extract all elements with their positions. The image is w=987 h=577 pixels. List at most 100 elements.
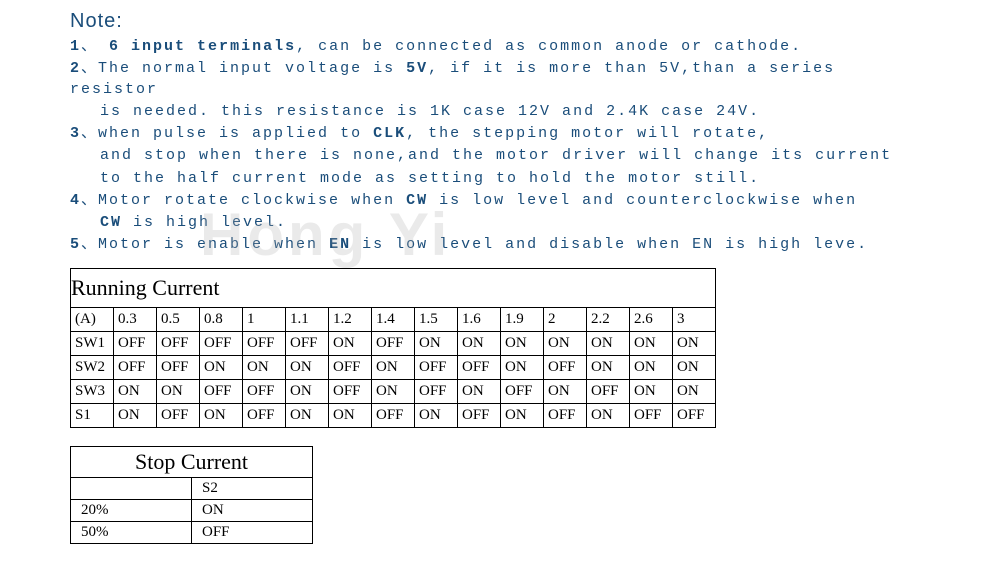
running-title: Running Current bbox=[71, 268, 716, 307]
cell: ON bbox=[673, 355, 716, 379]
cell: OFF bbox=[630, 403, 673, 427]
note-sep: 、 bbox=[81, 125, 98, 142]
cell: OFF bbox=[501, 379, 544, 403]
note-bold: 6 input terminals bbox=[109, 38, 296, 55]
note-text: The normal input voltage is bbox=[98, 60, 406, 77]
cell: OFF bbox=[243, 331, 286, 355]
cell: ON bbox=[587, 403, 630, 427]
cell: OFF bbox=[157, 355, 200, 379]
table-row: SW1 OFF OFF OFF OFF OFF ON OFF ON ON ON … bbox=[71, 331, 716, 355]
cell: ON bbox=[114, 379, 157, 403]
cell: OFF bbox=[200, 379, 243, 403]
table-header-row: S2 bbox=[71, 477, 313, 499]
note-num: 2 bbox=[70, 60, 81, 77]
cell: OFF bbox=[372, 403, 415, 427]
running-current-table: Running Current (A) 0.3 0.5 0.8 1 1.1 1.… bbox=[70, 268, 716, 428]
cell: ON bbox=[192, 499, 313, 521]
tables-area: Running Current (A) 0.3 0.5 0.8 1 1.1 1.… bbox=[0, 268, 987, 544]
note-num: 5 bbox=[70, 236, 81, 253]
note-text: , the stepping motor will rotate, bbox=[406, 125, 769, 142]
cell: ON bbox=[114, 403, 157, 427]
cell: ON bbox=[587, 355, 630, 379]
cell: OFF bbox=[544, 403, 587, 427]
note-item-4: 4、Motor rotate clockwise when CW is low … bbox=[70, 191, 917, 211]
note-item-5: 5、Motor is enable when EN is low level a… bbox=[70, 235, 917, 255]
cell: ON bbox=[544, 379, 587, 403]
note-sep: 、 bbox=[81, 60, 98, 77]
col-header: 1.9 bbox=[501, 307, 544, 331]
cell: OFF bbox=[415, 379, 458, 403]
note-num: 4 bbox=[70, 192, 81, 209]
cell: OFF bbox=[157, 331, 200, 355]
cell: OFF bbox=[372, 331, 415, 355]
note-text: is low level and disable when EN is high… bbox=[351, 236, 868, 253]
note-text: is low level and counterclockwise when bbox=[428, 192, 857, 209]
cell: ON bbox=[673, 379, 716, 403]
note-title: Note: bbox=[70, 10, 917, 33]
cell: ON bbox=[329, 403, 372, 427]
row-name: S1 bbox=[71, 403, 114, 427]
col-header: 2.6 bbox=[630, 307, 673, 331]
note-sep: 、 bbox=[81, 192, 98, 209]
row-name: SW2 bbox=[71, 355, 114, 379]
note-text: Motor is enable when bbox=[98, 236, 329, 253]
empty-cell bbox=[71, 477, 192, 499]
col-header: 1.5 bbox=[415, 307, 458, 331]
row-name: SW1 bbox=[71, 331, 114, 355]
note-item-2: 2、The normal input voltage is 5V, if it … bbox=[70, 59, 917, 100]
table-title-row: Running Current bbox=[71, 268, 716, 307]
note-item-3: 3、when pulse is applied to CLK, the step… bbox=[70, 124, 917, 144]
table-row: SW2 OFF OFF ON ON ON OFF ON OFF OFF ON O… bbox=[71, 355, 716, 379]
note-text: , can be connected as common anode or ca… bbox=[296, 38, 802, 55]
col-header: 1.4 bbox=[372, 307, 415, 331]
cell: OFF bbox=[458, 355, 501, 379]
cell: OFF bbox=[157, 403, 200, 427]
cell: OFF bbox=[243, 379, 286, 403]
cell: ON bbox=[630, 379, 673, 403]
note-sep: 、 bbox=[81, 236, 98, 253]
col-header: 1 bbox=[243, 307, 286, 331]
table-title-row: Stop Current bbox=[71, 446, 313, 477]
col-header: S2 bbox=[192, 477, 313, 499]
cell: OFF bbox=[286, 331, 329, 355]
cell: OFF bbox=[329, 355, 372, 379]
cell: ON bbox=[630, 355, 673, 379]
note-bold: EN bbox=[329, 236, 351, 253]
note-item-4-cont: CW is high level. bbox=[100, 213, 917, 233]
note-section: Note: 1、 6 input terminals, can be conne… bbox=[0, 0, 987, 268]
cell: ON bbox=[243, 355, 286, 379]
col-header: 1.1 bbox=[286, 307, 329, 331]
cell: ON bbox=[501, 331, 544, 355]
col-header: 2 bbox=[544, 307, 587, 331]
cell: ON bbox=[372, 355, 415, 379]
cell: ON bbox=[200, 403, 243, 427]
cell: ON bbox=[458, 331, 501, 355]
header-label: (A) bbox=[71, 307, 114, 331]
cell: OFF bbox=[415, 355, 458, 379]
note-item-3-cont2: to the half current mode as setting to h… bbox=[100, 169, 917, 189]
note-sep: 、 bbox=[81, 38, 98, 55]
cell: ON bbox=[501, 355, 544, 379]
note-bold: CW bbox=[406, 192, 428, 209]
col-header: 3 bbox=[673, 307, 716, 331]
note-num: 1 bbox=[70, 38, 81, 55]
col-header: 1.2 bbox=[329, 307, 372, 331]
stop-title: Stop Current bbox=[71, 446, 313, 477]
cell: OFF bbox=[114, 355, 157, 379]
table-row: SW3 ON ON OFF OFF ON OFF ON OFF ON OFF O… bbox=[71, 379, 716, 403]
col-header: 1.6 bbox=[458, 307, 501, 331]
note-text: Motor rotate clockwise when bbox=[98, 192, 406, 209]
col-header: 0.8 bbox=[200, 307, 243, 331]
cell: ON bbox=[286, 355, 329, 379]
cell: ON bbox=[372, 379, 415, 403]
cell: OFF bbox=[329, 379, 372, 403]
col-header: 0.3 bbox=[114, 307, 157, 331]
cell: ON bbox=[286, 379, 329, 403]
cell: ON bbox=[501, 403, 544, 427]
row-name: 50% bbox=[71, 521, 192, 543]
table-header-row: (A) 0.3 0.5 0.8 1 1.1 1.2 1.4 1.5 1.6 1.… bbox=[71, 307, 716, 331]
cell: OFF bbox=[192, 521, 313, 543]
col-header: 2.2 bbox=[587, 307, 630, 331]
note-bold: 5V bbox=[406, 60, 428, 77]
cell: ON bbox=[673, 331, 716, 355]
